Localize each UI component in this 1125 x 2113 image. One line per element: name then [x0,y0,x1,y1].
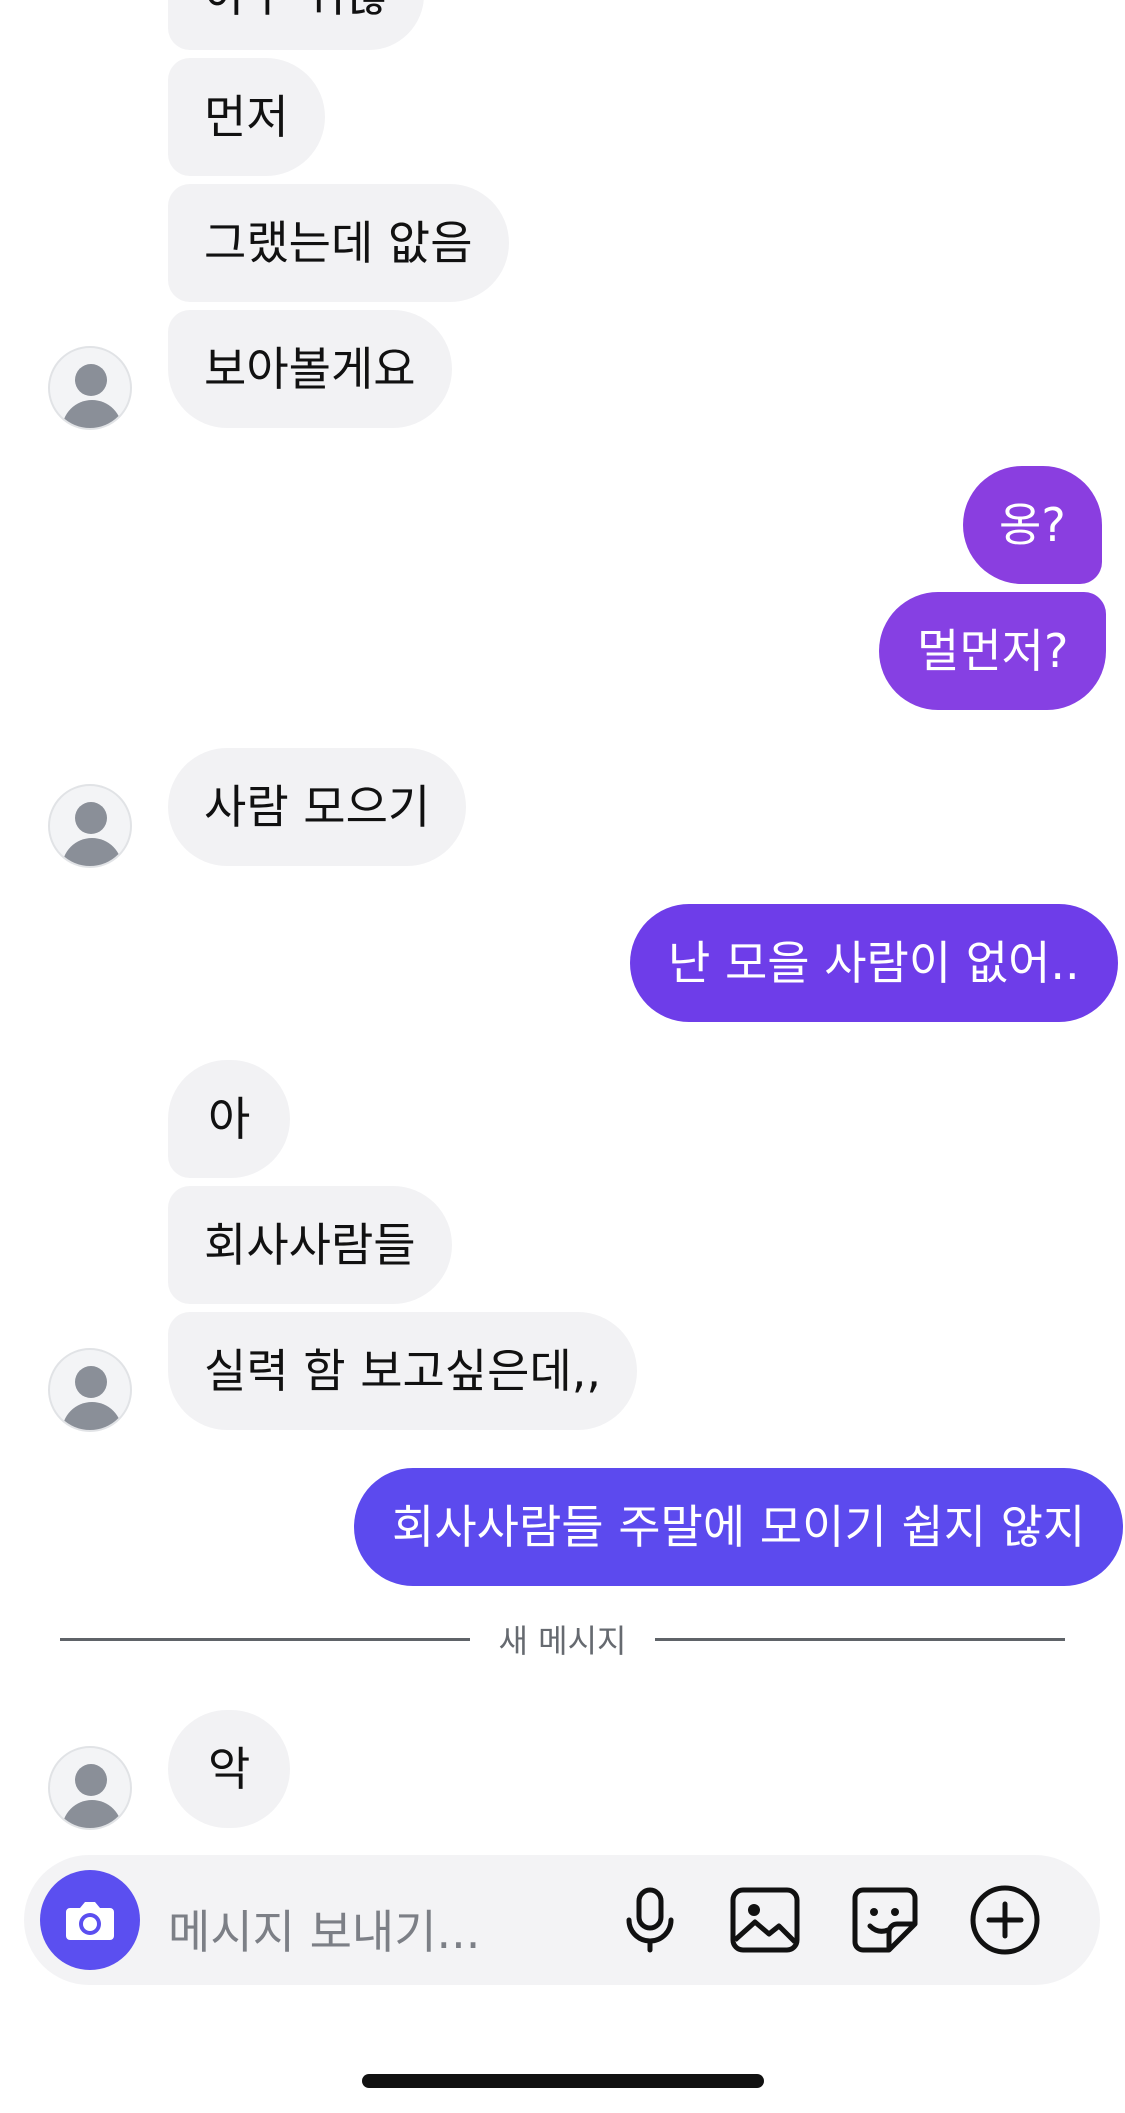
message-text: 먼저 [204,90,289,144]
message-incoming[interactable]: 아우 귀찮 [168,0,424,50]
message-text: 아우 귀찮 [204,0,388,18]
image-icon [730,1887,800,1953]
image-button[interactable] [725,1880,805,1960]
camera-icon [66,1902,114,1940]
message-text: 악 [208,1742,251,1796]
message-text: 회사사람들 [204,1218,416,1272]
new-messages-divider: 새 메시지 [498,1622,627,1660]
message-text: 사람 모으기 [204,780,431,834]
microphone-icon [626,1887,674,1953]
message-incoming[interactable]: 먼저 [168,58,325,176]
message-incoming[interactable]: 실력 함 보고싶은데,, [168,1312,638,1430]
avatar[interactable] [48,346,132,430]
message-text: 아 [208,1092,251,1146]
message-text: 그랬는데 앖음 [204,216,473,270]
add-circle-icon [970,1885,1040,1955]
camera-button[interactable] [40,1870,140,1970]
message-outgoing[interactable]: 옹? [963,466,1102,584]
divider-line-left [60,1638,470,1641]
sticker-button[interactable] [845,1880,925,1960]
message-text: 옹? [999,498,1066,552]
message-incoming[interactable]: 악 [168,1710,291,1828]
message-text: 멀먼저? [917,624,1069,678]
message-outgoing[interactable]: 난 모을 사람이 없어.. [630,904,1118,1022]
message-text: 실력 함 보고싶은데,, [204,1344,602,1398]
message-incoming[interactable]: 보아볼게요 [168,310,452,428]
message-incoming[interactable]: 그랬는데 앖음 [168,184,509,302]
add-button[interactable] [965,1880,1045,1960]
avatar[interactable] [48,784,132,868]
message-text: 난 모을 사람이 없어.. [668,936,1080,990]
microphone-button[interactable] [610,1880,690,1960]
message-text: 보아볼게요 [204,342,416,396]
message-outgoing[interactable]: 회사사람들 주말에 모이기 쉽지 않지 [354,1468,1124,1586]
message-incoming[interactable]: 아 [168,1060,291,1178]
message-outgoing[interactable]: 멀먼저? [879,592,1107,710]
avatar[interactable] [48,1746,132,1830]
sticker-icon [852,1887,918,1953]
message-input[interactable]: 메시지 보내기... [168,1896,480,1962]
message-text: 회사사람들 주말에 모이기 쉽지 않지 [392,1500,1086,1554]
message-incoming[interactable]: 회사사람들 [168,1186,452,1304]
divider-line-right [655,1638,1065,1641]
home-indicator [362,2074,764,2088]
message-incoming[interactable]: 사람 모으기 [168,748,467,866]
avatar[interactable] [48,1348,132,1432]
